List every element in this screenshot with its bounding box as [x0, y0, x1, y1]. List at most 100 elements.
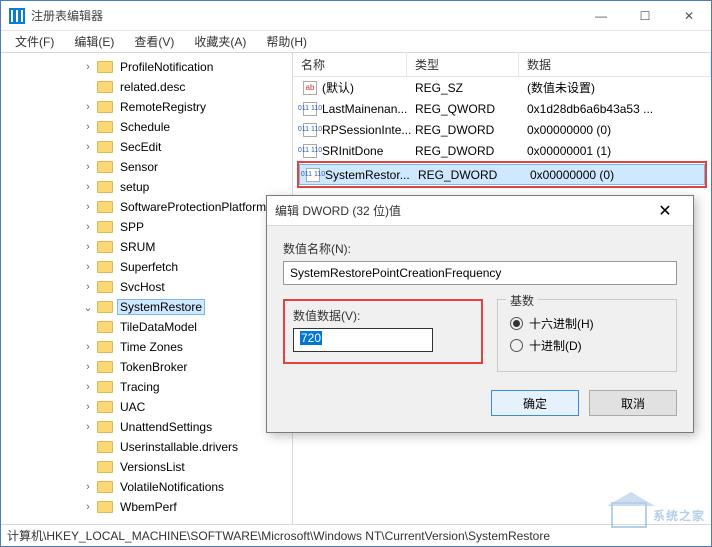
value-type: REG_QWORD [411, 102, 523, 116]
binary-value-icon: 011 110 [303, 144, 317, 158]
tree-item[interactable]: ›WbemPerf [1, 497, 292, 517]
value-row[interactable]: 011 110SRInitDoneREG_DWORD0x00000001 (1) [297, 140, 707, 161]
regedit-icon [9, 8, 25, 24]
folder-icon [97, 461, 113, 473]
chevron-right-icon[interactable]: › [81, 381, 95, 393]
tree-item[interactable]: › Superfetch [1, 257, 292, 277]
tree-item[interactable]: ›TokenBroker [1, 357, 292, 377]
value-name: RPSessionInte... [322, 123, 411, 137]
tree-item[interactable]: › SRUM [1, 237, 292, 257]
window-title: 注册表编辑器 [31, 7, 579, 24]
tree-item[interactable]: TileDataModel [1, 317, 292, 337]
tree-item[interactable]: ›VolatileNotifications [1, 477, 292, 497]
value-name-input[interactable] [283, 261, 677, 285]
menu-favorites[interactable]: 收藏夹(A) [184, 31, 256, 52]
tree-item[interactable]: ›UAC [1, 397, 292, 417]
minimize-button[interactable]: — [579, 1, 623, 31]
chevron-right-icon[interactable]: › [81, 161, 95, 173]
chevron-right-icon[interactable]: › [81, 241, 95, 253]
tree-item[interactable]: › Tracing [1, 377, 292, 397]
folder-icon [97, 141, 113, 153]
folder-icon [97, 81, 113, 93]
chevron-right-icon[interactable]: › [81, 361, 95, 373]
column-data[interactable]: 数据 [519, 52, 711, 77]
ok-button[interactable]: 确定 [491, 390, 579, 416]
chevron-right-icon[interactable]: › [81, 481, 95, 493]
chevron-right-icon[interactable]: › [81, 101, 95, 113]
tree-item-label: SRUM [117, 239, 158, 255]
menu-view[interactable]: 查看(V) [124, 31, 184, 52]
dialog-close-button[interactable]: ✕ [645, 201, 685, 221]
radio-dec[interactable]: 十进制(D) [510, 337, 664, 354]
tree-item[interactable]: VersionsList [1, 457, 292, 477]
tree-item[interactable]: ›UnattendSettings [1, 417, 292, 437]
tree-item-label: Superfetch [117, 259, 181, 275]
tree-item-label: SystemRestore [117, 299, 205, 315]
close-button[interactable]: ✕ [667, 1, 711, 31]
tree-item[interactable]: › SecEdit [1, 137, 292, 157]
chevron-right-icon[interactable]: › [81, 121, 95, 133]
column-type[interactable]: 类型 [407, 52, 519, 77]
chevron-right-icon[interactable]: › [81, 201, 95, 213]
tree-item[interactable]: ›Sensor [1, 157, 292, 177]
folder-icon [97, 261, 113, 273]
menu-file[interactable]: 文件(F) [5, 31, 64, 52]
value-name: (默认) [322, 79, 354, 96]
chevron-right-icon[interactable]: › [81, 261, 95, 273]
menu-help[interactable]: 帮助(H) [256, 31, 317, 52]
registry-tree[interactable]: › ProfileNotification related.desc ›RemoteR… [1, 53, 293, 524]
tree-item[interactable]: ›RemoteRegistry [1, 97, 292, 117]
tree-item-label: ProfileNotification [117, 59, 216, 75]
chevron-right-icon[interactable]: › [81, 221, 95, 233]
tree-item-label: Tracing [117, 379, 163, 395]
tree-item-label: TileDataModel [117, 319, 200, 335]
chevron-down-icon[interactable]: ⌄ [81, 301, 95, 314]
tree-item[interactable]: ›setup [1, 177, 292, 197]
tree-item[interactable]: › SPP [1, 217, 292, 237]
dialog-title: 编辑 DWORD (32 位)值 [275, 202, 645, 219]
chevron-right-icon[interactable]: › [81, 421, 95, 433]
tree-item[interactable]: ›Schedule [1, 117, 292, 137]
tree-item[interactable]: Userinstallable.drivers [1, 437, 292, 457]
value-data: 0x1d28db6a6b43a53 ... [523, 102, 707, 116]
window-titlebar: 注册表编辑器 — ☐ ✕ [1, 1, 711, 31]
value-row[interactable]: 011 110RPSessionInte...REG_DWORD0x000000… [297, 119, 707, 140]
value-type: REG_DWORD [414, 168, 526, 182]
tree-item[interactable]: ›SoftwareProtectionPlatform [1, 197, 292, 217]
tree-item-label: SecEdit [117, 139, 164, 155]
chevron-right-icon[interactable]: › [81, 61, 95, 73]
binary-value-icon: 011 110 [306, 168, 320, 182]
value-row[interactable]: 011 110LastMainenan...REG_QWORD0x1d28db6… [297, 98, 707, 119]
maximize-button[interactable]: ☐ [623, 1, 667, 31]
radio-hex[interactable]: 十六进制(H) [510, 315, 664, 332]
menu-edit[interactable]: 编辑(E) [64, 31, 124, 52]
cancel-button[interactable]: 取消 [589, 390, 677, 416]
value-type: REG_SZ [411, 81, 523, 95]
tree-item[interactable]: ›Time Zones [1, 337, 292, 357]
tree-item[interactable]: ›SvcHost [1, 277, 292, 297]
value-data: (数值未设置) [523, 79, 707, 96]
value-row[interactable]: ab(默认)REG_SZ(数值未设置) [297, 77, 707, 98]
menubar: 文件(F) 编辑(E) 查看(V) 收藏夹(A) 帮助(H) [1, 31, 711, 53]
tree-item-label: related.desc [117, 79, 188, 95]
chevron-right-icon[interactable]: › [81, 501, 95, 513]
binary-value-icon: 011 110 [303, 123, 317, 137]
base-group: 基数 十六进制(H) 十进制(D) [497, 299, 677, 372]
chevron-right-icon[interactable]: › [81, 281, 95, 293]
tree-item[interactable]: ⌄ SystemRestore [1, 297, 292, 317]
chevron-right-icon[interactable]: › [81, 181, 95, 193]
value-type: REG_DWORD [411, 144, 523, 158]
column-name[interactable]: 名称 [293, 52, 407, 77]
radio-dec-label: 十进制(D) [529, 337, 582, 354]
value-data-input[interactable]: 720 [293, 328, 433, 352]
tree-item[interactable]: › ProfileNotification [1, 57, 292, 77]
chevron-right-icon[interactable]: › [81, 141, 95, 153]
value-row[interactable]: 011 110SystemRestor...REG_DWORD0x0000000… [299, 164, 705, 185]
chevron-right-icon[interactable]: › [81, 341, 95, 353]
value-data: 0x00000000 (0) [523, 123, 707, 137]
tree-item[interactable]: related.desc [1, 77, 292, 97]
chevron-right-icon[interactable]: › [81, 401, 95, 413]
value-name: SystemRestor... [325, 168, 410, 182]
folder-icon [97, 441, 113, 453]
tree-item-label: SPP [117, 219, 147, 235]
